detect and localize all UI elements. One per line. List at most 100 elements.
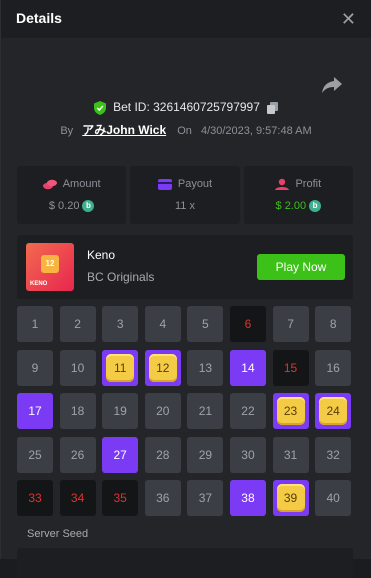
keno-cell-26: 26: [59, 436, 96, 473]
keno-cell-23: 23: [272, 393, 309, 430]
thumbnail-text: KENO: [30, 281, 48, 287]
thumbnail-tile: 12: [41, 255, 59, 273]
keno-cell-number: 3: [116, 317, 124, 331]
keno-board: 1 2 3 4 5 6 7 8 9 10 11 12 13 14 15 16 17 18 19 20 21 22 23 24 2…: [17, 306, 353, 517]
panel-title: Details: [16, 10, 62, 26]
username-link[interactable]: アみJohn Wick: [82, 123, 166, 137]
server-seed-label: Server Seed: [27, 528, 89, 540]
keno-cell-number: 40: [326, 491, 340, 506]
keno-cell-number: 14: [241, 360, 255, 375]
keno-cell-number: 8: [329, 317, 337, 331]
keno-cell-24: 24: [315, 393, 352, 430]
bet-id-row: Bet ID: 3261460725797997: [1, 100, 371, 115]
keno-cell-number: 35: [113, 491, 127, 506]
keno-cell-11: 11: [102, 349, 139, 386]
keno-cell-25: 25: [17, 436, 53, 473]
keno-cell-17: 17: [17, 393, 53, 430]
bet-id: Bet ID: 3261460725797997: [113, 100, 260, 114]
game-provider: BC Originals: [87, 270, 155, 284]
server-seed-field[interactable]: [17, 548, 353, 578]
keno-cell-7: 7: [272, 306, 309, 342]
keno-cell-number: 34: [70, 491, 85, 506]
keno-cell-10: 10: [59, 349, 96, 386]
shield-icon: [93, 100, 106, 115]
copy-icon[interactable]: [267, 101, 279, 114]
keno-cell-number: 21: [198, 404, 213, 419]
keno-cell-number: 32: [326, 447, 340, 462]
keno-cell-4: 4: [144, 306, 181, 342]
keno-cell-14: 14: [229, 349, 266, 386]
currency-coin-icon: b: [309, 200, 322, 212]
keno-cell-32: 32: [315, 436, 352, 473]
keno-cell-16: 16: [315, 349, 352, 386]
keno-cell-number: 10: [70, 360, 85, 375]
close-icon[interactable]: ✕: [341, 9, 356, 30]
stat-payout: Payout 11 x: [130, 166, 240, 224]
keno-cell-number: 4: [159, 317, 167, 331]
keno-cell-18: 18: [59, 393, 96, 430]
keno-cell-number: 31: [283, 447, 298, 462]
keno-cell-9: 9: [17, 349, 53, 386]
keno-cell-36: 36: [144, 480, 181, 517]
keno-cell-38: 38: [229, 480, 266, 517]
keno-cell-number: 17: [28, 404, 42, 419]
panel-header: Details ✕: [1, 0, 371, 38]
coins-icon: [42, 179, 57, 189]
keno-cell-number: 1: [31, 317, 39, 331]
keno-cell-8: 8: [315, 306, 352, 342]
play-now-button[interactable]: Play Now: [257, 254, 345, 280]
keno-cell-21: 21: [187, 393, 224, 430]
keno-cell-number: 6: [244, 317, 252, 331]
keno-cell-number: 22: [241, 404, 255, 419]
keno-cell-6: 6: [229, 306, 266, 342]
keno-cell-2: 2: [59, 306, 96, 342]
keno-cell-27: 27: [102, 436, 139, 473]
gem-icon: 23: [276, 397, 305, 426]
on-label: On: [177, 125, 192, 137]
keno-cell-number: 16: [326, 360, 340, 375]
keno-cell-number: 13: [198, 360, 213, 375]
keno-cell-number: 30: [241, 447, 255, 462]
keno-cell-30: 30: [229, 436, 266, 473]
keno-cell-number: 25: [28, 447, 42, 462]
keno-thumbnail[interactable]: 12 KENO: [26, 243, 74, 291]
keno-cell-34: 34: [59, 480, 96, 517]
share-icon[interactable]: [321, 75, 343, 95]
stat-payout-label: Payout: [177, 178, 213, 190]
by-label: By: [60, 125, 74, 137]
keno-cell-number: 36: [156, 491, 170, 506]
keno-cell-number: 9: [31, 360, 39, 375]
keno-cell-number: 38: [241, 491, 255, 506]
gem-icon: 12: [148, 353, 177, 382]
keno-cell-number: 20: [156, 404, 170, 419]
keno-cell-29: 29: [187, 436, 224, 473]
keno-cell-number: 26: [70, 447, 85, 462]
game-name: Keno: [87, 248, 116, 262]
keno-cell-5: 5: [187, 306, 224, 342]
stat-payout-value: 11 x: [175, 200, 195, 212]
keno-cell-number: 7: [287, 317, 294, 331]
gem-icon: 39: [276, 484, 305, 513]
keno-cell-number: 5: [202, 317, 209, 331]
bet-meta-row: By アみJohn Wick On 4/30/2023, 9:57:48 AM: [1, 121, 371, 138]
bet-date: 4/30/2023, 9:57:48 AM: [200, 125, 312, 137]
gem-icon: 11: [106, 353, 135, 382]
keno-cell-13: 13: [187, 349, 224, 386]
keno-cell-number: 19: [113, 404, 127, 419]
keno-cell-number: 29: [198, 447, 213, 462]
details-panel: Details ✕ Bet ID: 3261460725797997 By アみ…: [0, 0, 371, 578]
stat-profit-label: Profit: [295, 178, 322, 190]
keno-cell-number: 18: [70, 404, 85, 419]
currency-coin-icon: b: [82, 200, 95, 212]
stat-profit-value: $ 2.00: [275, 200, 307, 212]
gem-icon: 24: [319, 397, 348, 426]
keno-cell-15: 15: [272, 349, 309, 386]
keno-cell-number: 2: [74, 317, 81, 331]
keno-cell-1: 1: [17, 306, 53, 342]
keno-cell-40: 40: [315, 480, 352, 517]
keno-cell-37: 37: [187, 480, 224, 517]
keno-cell-number: 37: [198, 491, 213, 506]
keno-cell-31: 31: [272, 436, 309, 473]
keno-cell-number: 28: [156, 447, 170, 462]
card-icon: [157, 178, 172, 190]
